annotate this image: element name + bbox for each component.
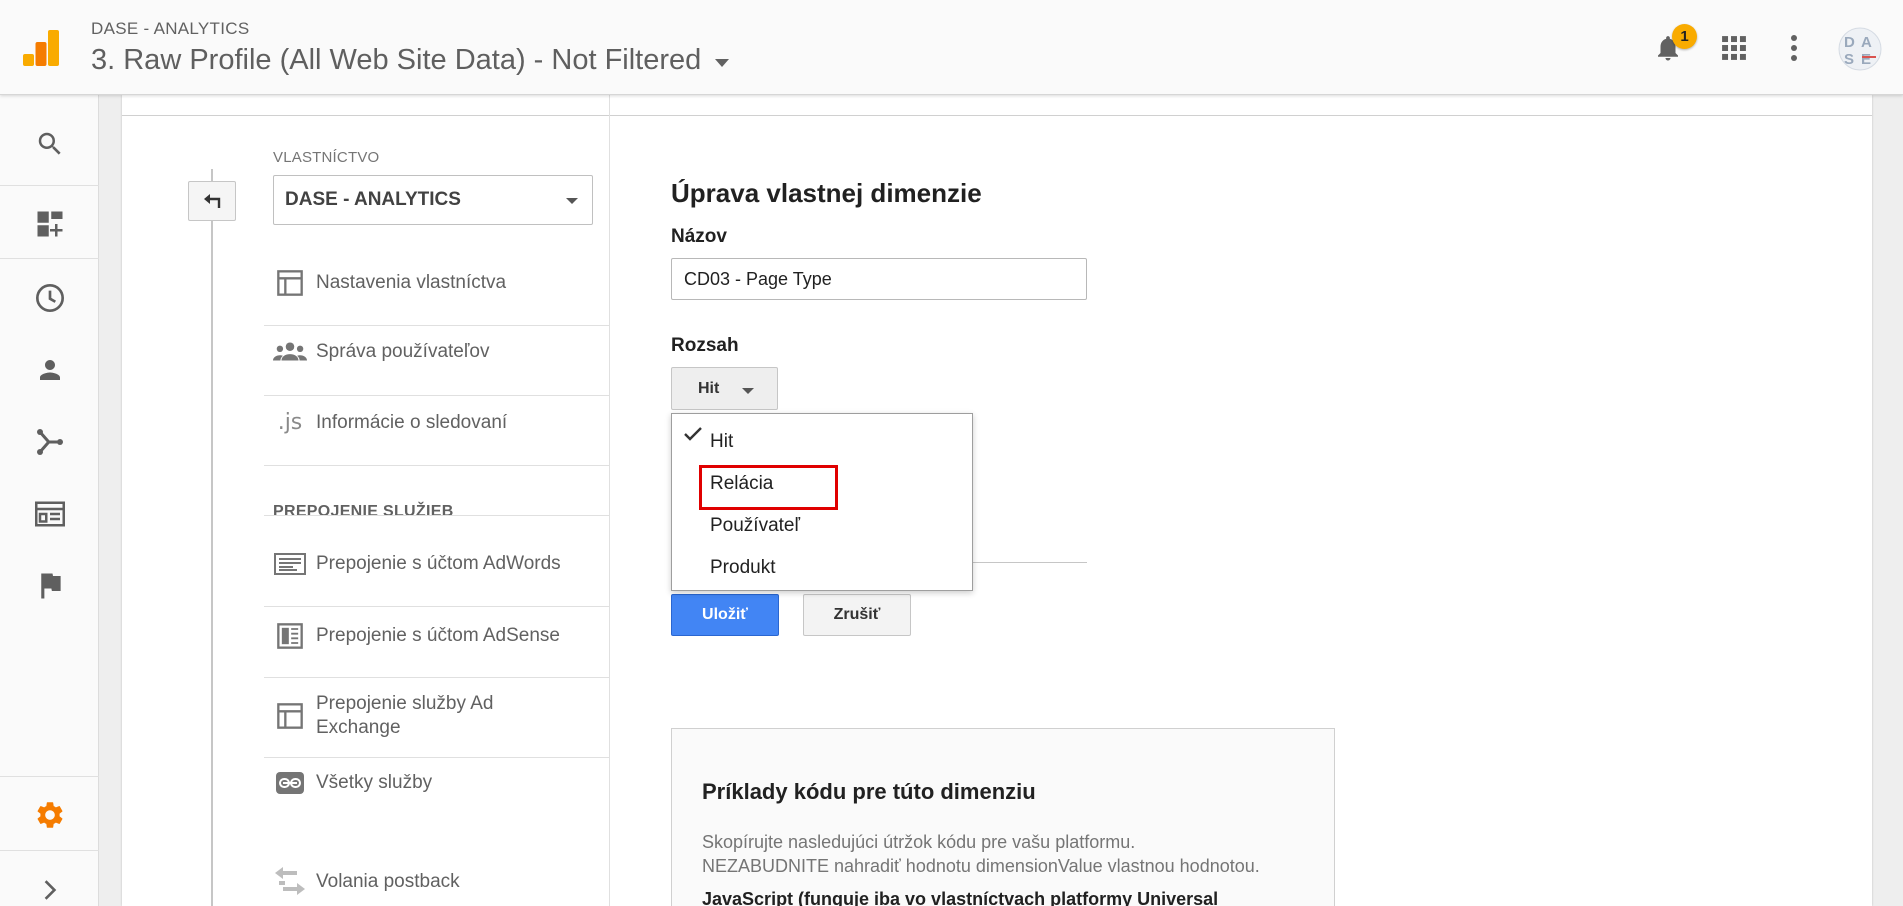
menu-item-label: Nastavenia vlastníctva (316, 272, 507, 293)
rail-divider (0, 776, 99, 777)
property-select[interactable]: DASE - ANALYTICS (273, 175, 593, 225)
form-title: Úprava vlastnej dimenzie (671, 178, 982, 208)
menu-item-adsense-linking[interactable]: Prepojenie s účtom AdSense (264, 622, 608, 650)
scope-option-hit[interactable]: Hit (672, 423, 972, 461)
menu-item-postbacks[interactable]: Volania postback (264, 867, 608, 897)
rail-divider (0, 850, 99, 851)
name-input[interactable] (671, 258, 1087, 300)
rail-divider (0, 185, 99, 186)
account-name: DASE - ANALYTICS (91, 19, 250, 38)
card-top-divider (122, 115, 1872, 116)
notification-badge: 1 (1672, 24, 1697, 49)
adwords-icon (274, 553, 306, 575)
user-avatar-icon[interactable]: D A S E (1838, 26, 1882, 72)
profile-selector[interactable]: 3. Raw Profile (All Web Site Data) - Not… (91, 44, 730, 77)
property-settings-icon (277, 270, 303, 296)
acquisition-merge-icon[interactable] (0, 407, 99, 477)
code-examples-title: Príklady kódu pre túto dimenziu (702, 779, 1036, 804)
conversions-flag-icon[interactable] (0, 551, 99, 621)
menu-item-label: Všetky služby (316, 772, 433, 793)
menu-divider (264, 677, 610, 678)
back-arrow-icon (204, 194, 221, 208)
menu-divider (264, 325, 610, 326)
profile-name: 3. Raw Profile (All Web Site Data) - Not… (91, 44, 702, 76)
cancel-button[interactable]: Zrušiť (803, 594, 911, 636)
section-head-product-linking: PREPOJENIE SLUŽIEB (273, 503, 454, 520)
scope-selected-value: Hit (698, 379, 720, 397)
admin-gear-icon[interactable] (0, 780, 99, 850)
menu-divider (264, 757, 610, 758)
scope-option-user[interactable]: Používateľ (672, 507, 972, 545)
chevron-down-icon (566, 198, 578, 204)
menu-item-user-management[interactable]: Správa používateľov (264, 340, 608, 364)
code-examples-line-1: Skopírujte nasledujúci útržok kódu pre v… (702, 832, 1136, 852)
back-button[interactable] (188, 181, 236, 221)
code-examples-panel: Príklady kódu pre túto dimenziu Skopíruj… (671, 728, 1335, 906)
code-examples-description: Skopírujte nasledujúci útržok kódu pre v… (702, 830, 1322, 878)
ad-exchange-icon (277, 703, 303, 729)
behavior-window-icon[interactable] (0, 479, 99, 549)
app-header: DASE - ANALYTICS 3. Raw Profile (All Web… (0, 0, 1903, 95)
scope-label: Rozsah (671, 335, 739, 356)
svg-text:D: D (1844, 34, 1855, 51)
highlight-box (699, 465, 838, 510)
menu-item-tracking-info[interactable]: .js Informácie o sledovaní (264, 410, 608, 435)
svg-text:E: E (1861, 51, 1871, 68)
property-select-value: DASE - ANALYTICS (285, 189, 461, 210)
scope-dropdown-button[interactable]: Hit (671, 367, 778, 410)
menu-item-adexchange-linking[interactable]: Prepojenie služby Ad Exchange (264, 692, 608, 740)
adsense-icon (277, 623, 303, 649)
column-connector-line (211, 169, 213, 906)
property-column-label: VLASTNÍCTVO (273, 149, 380, 166)
column-divider (609, 95, 610, 906)
menu-item-property-settings[interactable]: Nastavenia vlastníctva (264, 269, 608, 297)
svg-text:S: S (1844, 51, 1854, 68)
menu-item-label: Volania postback (316, 871, 460, 892)
code-examples-line-2: NEZABUDNITE nahradiť hodnotu dimensionVa… (702, 856, 1260, 876)
menu-item-label: Prepojenie s účtom AdSense (316, 625, 560, 646)
js-icon: .js (277, 410, 303, 435)
left-nav-rail (0, 95, 99, 906)
customization-icon[interactable] (0, 189, 99, 259)
rail-divider (0, 258, 99, 259)
expand-chevron-icon[interactable] (0, 855, 99, 906)
name-label: Názov (671, 226, 727, 247)
menu-divider (264, 395, 610, 396)
menu-item-label: Prepojenie s účtom AdWords (316, 553, 561, 574)
audience-person-icon[interactable] (0, 335, 99, 405)
menu-item-adwords-linking[interactable]: Prepojenie s účtom AdWords (264, 552, 608, 576)
save-button[interactable]: Uložiť (671, 594, 779, 636)
scope-dropdown-menu: Hit Relácia Používateľ Produkt (671, 413, 973, 591)
code-language-heading: JavaScript (funguje iba vo vlastníctvach… (702, 889, 1219, 906)
chevron-down-icon (742, 388, 754, 394)
analytics-logo-icon[interactable] (21, 28, 61, 68)
realtime-clock-icon[interactable] (0, 263, 99, 333)
search-icon[interactable] (0, 109, 99, 179)
menu-divider (264, 465, 610, 466)
admin-content-card: VLASTNÍCTVO DASE - ANALYTICS Nastavenia … (122, 95, 1872, 906)
scope-option-product[interactable]: Produkt (672, 549, 972, 587)
more-vert-icon[interactable] (1776, 28, 1812, 68)
menu-item-label: Správa používateľov (316, 341, 490, 362)
apps-grid-icon[interactable] (1716, 28, 1752, 68)
link-icon (276, 772, 304, 794)
menu-item-all-products[interactable]: Všetky služby (264, 771, 608, 795)
menu-item-label: Prepojenie služby Ad Exchange (316, 693, 494, 738)
svg-text:A: A (1861, 34, 1872, 51)
menu-item-label: Informácie o sledovaní (316, 411, 508, 433)
chevron-down-icon (715, 58, 730, 67)
menu-divider (264, 515, 610, 516)
menu-divider (264, 606, 610, 607)
users-group-icon (273, 342, 307, 361)
postback-arrows-icon (275, 867, 305, 895)
